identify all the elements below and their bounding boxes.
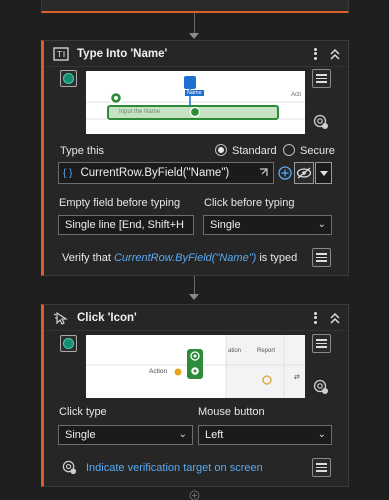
- chevron-down-icon: ⌄: [317, 429, 326, 440]
- card-title: Type Into 'Name': [77, 47, 168, 60]
- type-this-input[interactable]: { } CurrentRow.ByField("Name"): [58, 162, 274, 184]
- standard-radio-label: Standard: [232, 145, 277, 157]
- collapse-icon[interactable]: [329, 48, 341, 60]
- empty-field-value: Single line [End, Shift+H: [65, 219, 184, 231]
- chevron-down-icon: ⌄: [178, 429, 187, 440]
- connector-arrow-icon: [189, 33, 199, 39]
- options-menu-button[interactable]: [312, 334, 331, 353]
- verify-target-icon[interactable]: [313, 114, 329, 130]
- empty-field-dropdown[interactable]: Single line [End, Shift+H: [58, 215, 194, 235]
- type-this-label: Type this: [60, 145, 105, 157]
- target-element-icon[interactable]: [60, 70, 77, 87]
- caret-down-icon: [319, 170, 328, 176]
- card-title: Click 'Icon': [77, 311, 137, 324]
- add-activity-icon[interactable]: [189, 490, 200, 500]
- verify-prefix: Verify that: [62, 252, 111, 264]
- anchor-tag: Name: [185, 90, 204, 96]
- mouse-button-value: Left: [205, 429, 224, 441]
- eye-off-icon: [296, 167, 312, 179]
- click-before-dropdown[interactable]: Single ⌄: [203, 215, 332, 235]
- preview-input-text: Input the Name: [119, 109, 161, 115]
- click-type-label: Click type: [59, 406, 107, 418]
- click-before-label: Click before typing: [204, 197, 295, 209]
- connector-line: [194, 13, 195, 35]
- verify-suffix: is typed: [259, 252, 298, 264]
- secure-radio[interactable]: [283, 144, 295, 156]
- svg-text:⇄: ⇄: [294, 373, 300, 381]
- more-options-icon[interactable]: [309, 47, 321, 61]
- hide-value-toggle[interactable]: [294, 162, 314, 184]
- verify-options-menu-button[interactable]: [312, 248, 331, 267]
- more-options-icon[interactable]: [309, 311, 321, 325]
- preview-column-action: Action: [149, 368, 168, 375]
- mouse-button-dropdown[interactable]: Left ⌄: [198, 425, 332, 445]
- type-into-header: T Type Into 'Name': [44, 41, 348, 67]
- indicate-target-icon[interactable]: [62, 460, 77, 475]
- preview-column-report: Report: [257, 348, 276, 354]
- options-menu-button[interactable]: [312, 69, 331, 88]
- connector-line: [194, 276, 195, 296]
- indicate-options-menu-button[interactable]: [312, 458, 331, 477]
- standard-radio[interactable]: [215, 144, 227, 156]
- empty-field-label: Empty field before typing: [59, 197, 181, 209]
- add-plus-icon[interactable]: [278, 166, 292, 180]
- verify-row: Verify that CurrentRow.ByField("Name") i…: [62, 252, 297, 264]
- previous-activity-card[interactable]: [41, 0, 349, 13]
- target-preview-image[interactable]: ⇄ Action ation Report: [86, 335, 305, 398]
- secure-options-dropdown[interactable]: [315, 162, 332, 184]
- expand-editor-icon[interactable]: [258, 168, 268, 178]
- type-this-expression: CurrentRow.ByField("Name"): [80, 167, 230, 179]
- mouse-button-label: Mouse button: [198, 406, 265, 418]
- expression-braces-icon: { }: [63, 167, 73, 179]
- type-into-icon: T: [53, 46, 69, 61]
- connector-arrow-icon: [189, 294, 199, 300]
- svg-text:T: T: [56, 50, 62, 59]
- click-header: Click 'Icon': [44, 305, 348, 331]
- indicate-verification-link[interactable]: Indicate verification target on screen: [86, 462, 263, 474]
- target-element-icon[interactable]: [60, 335, 77, 352]
- target-preview-image[interactable]: Name Acti Input the Name: [86, 71, 305, 134]
- preview-column-ation: ation: [228, 348, 242, 354]
- verify-expression-link[interactable]: CurrentRow.ByField("Name"): [114, 252, 256, 264]
- collapse-icon[interactable]: [329, 312, 341, 324]
- preview-column-header: Acti: [291, 92, 302, 98]
- click-before-value: Single: [210, 219, 241, 231]
- click-activity-icon: [53, 311, 68, 325]
- chevron-down-icon: ⌄: [317, 219, 326, 230]
- click-type-dropdown[interactable]: Single ⌄: [58, 425, 193, 445]
- click-type-value: Single: [65, 429, 96, 441]
- secure-radio-label: Secure: [300, 145, 335, 157]
- verify-target-icon[interactable]: [313, 379, 329, 395]
